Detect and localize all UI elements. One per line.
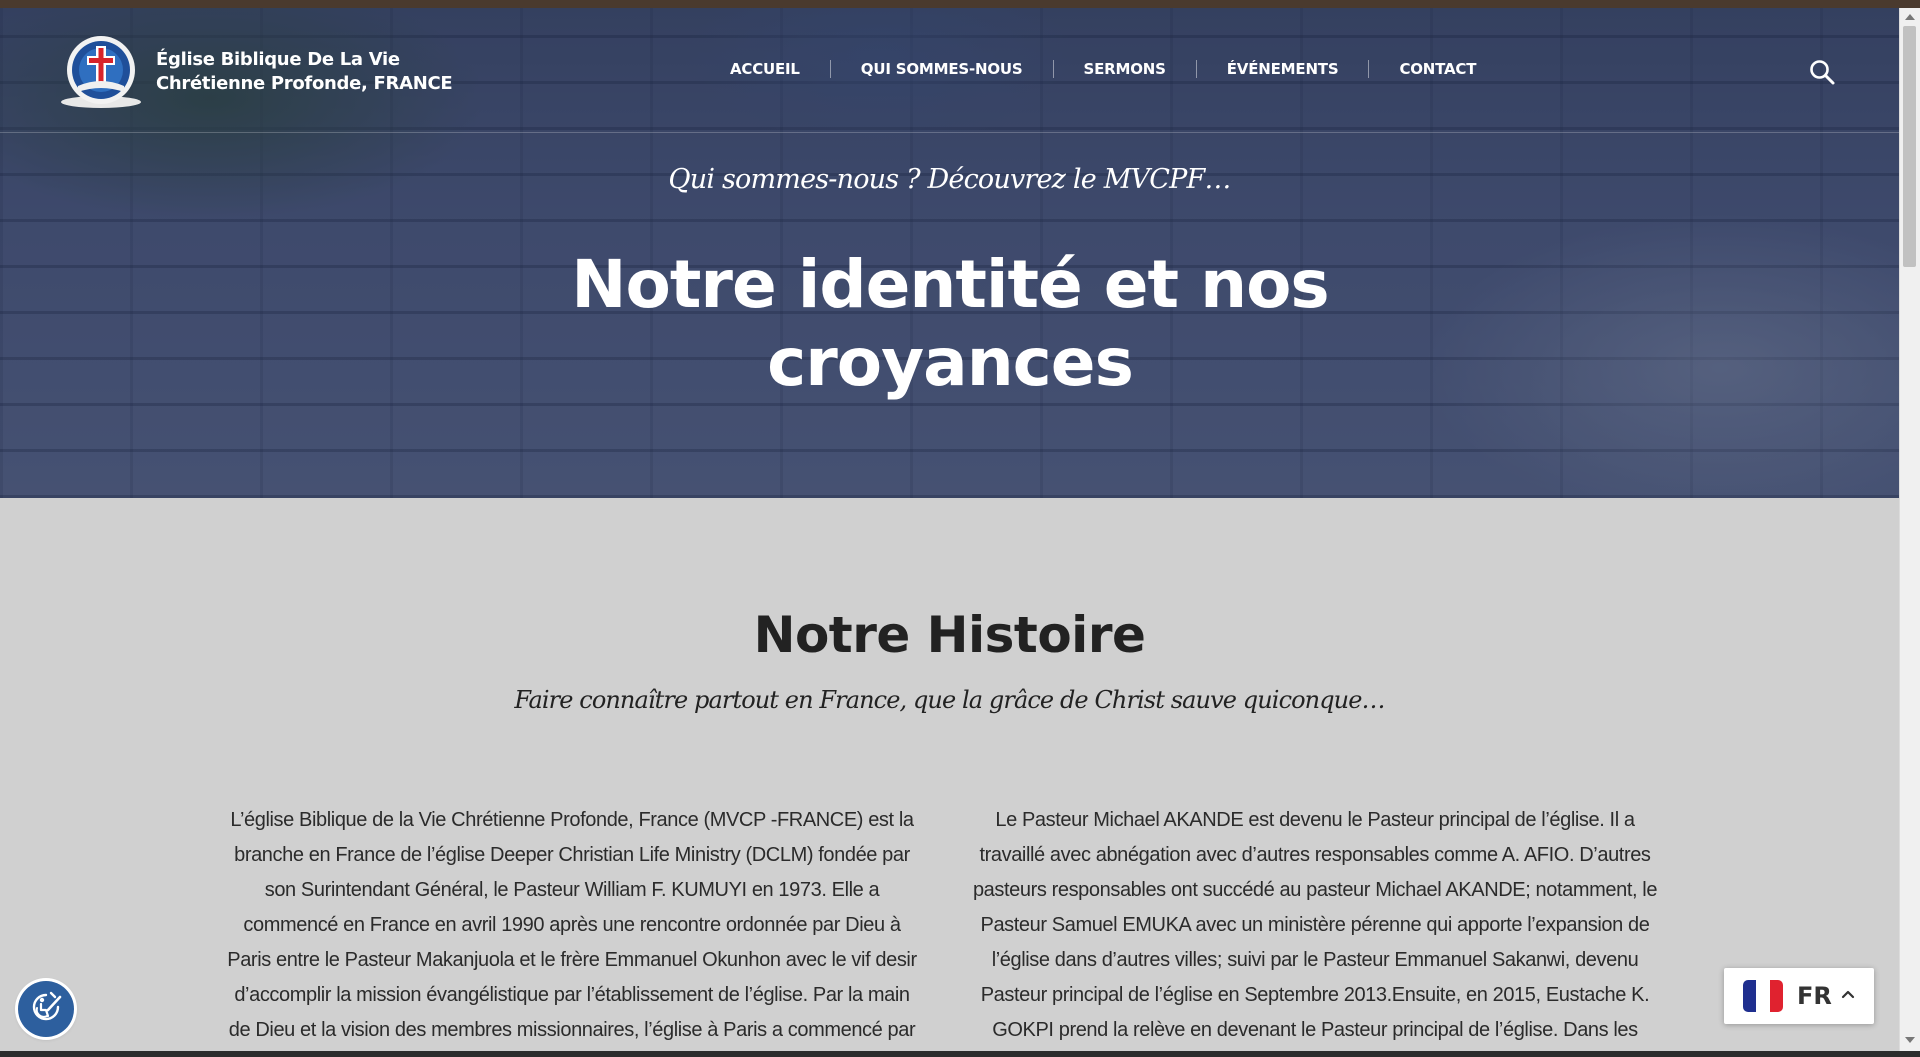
nav-separator — [1368, 60, 1370, 78]
accessibility-icon — [27, 988, 65, 1031]
nav-separator — [1052, 60, 1054, 78]
hero-eyebrow: Qui sommes-nous ? Découvrez le MVCPF… — [668, 164, 1231, 195]
text-line: de Dieu et la vision des membres mission… — [228, 1019, 916, 1041]
scrollbar-thumb[interactable] — [1903, 26, 1916, 267]
text-line: l’église dans d’autres villes; suivi par… — [991, 949, 1639, 971]
site-header: Église Biblique De La Vie Chrétienne Pro… — [0, 8, 1899, 133]
nav-item-contact[interactable]: CONTACT — [1389, 60, 1486, 78]
history-column-right: Le Pasteur Michael AKANDE est devenu le … — [965, 803, 1665, 1048]
text-line: branche en France de l’église Deeper Chr… — [234, 844, 910, 866]
scroll-down-arrow-icon[interactable] — [1905, 1037, 1915, 1043]
text-line: Pasteur principal de l’église en Septemb… — [980, 984, 1650, 1006]
main-nav: ACCUEIL QUI SOMMES-NOUS SERMONS ÉVÉNEMEN… — [720, 60, 1486, 78]
text-line: commencé en France en avril 1990 après u… — [243, 914, 901, 936]
scroll-up-arrow-icon[interactable] — [1905, 14, 1915, 20]
search-button[interactable] — [1808, 58, 1836, 86]
logo-line-1: Église Biblique De La Vie — [156, 49, 400, 70]
hero-title-line-1: Notre identité et nos — [571, 246, 1329, 323]
text-line: travaillé avec abnégation avec d’autres … — [979, 844, 1651, 866]
browser-bottom-strip — [0, 1051, 1920, 1057]
nav-separator — [829, 60, 831, 78]
text-line: pasteurs responsables ont succédé au pas… — [972, 879, 1658, 901]
nav-item-accueil[interactable]: ACCUEIL — [720, 60, 810, 78]
search-icon — [1808, 60, 1836, 90]
accessibility-button[interactable] — [18, 981, 74, 1037]
hero-title-line-2: croyances — [767, 324, 1134, 401]
logo-text: Église Biblique De La Vie Chrétienne Pro… — [156, 48, 453, 96]
nav-separator — [1195, 60, 1197, 78]
site-logo[interactable]: Église Biblique De La Vie Chrétienne Pro… — [58, 34, 453, 110]
nav-item-sermons[interactable]: SERMONS — [1074, 60, 1176, 78]
logo-line-2: Chrétienne Profonde, FRANCE — [156, 73, 453, 94]
nav-item-evenements[interactable]: ÉVÉNEMENTS — [1217, 60, 1349, 78]
france-flag-icon — [1743, 980, 1783, 1012]
text-line: Le Pasteur Michael AKANDE est devenu le … — [995, 809, 1635, 831]
browser-top-strip — [0, 0, 1920, 8]
text-line: Paris entre le Pasteur Makanjuola et le … — [227, 949, 917, 971]
text-line: L’église Biblique de la Vie Chrétienne P… — [230, 809, 914, 831]
text-line: Pasteur Samuel EMUKA avec un ministère p… — [980, 914, 1650, 936]
language-switcher[interactable]: FR — [1724, 968, 1874, 1024]
language-code: FR — [1797, 982, 1832, 1010]
chevron-up-icon — [1840, 987, 1856, 1005]
section-title: Notre Histoire — [753, 606, 1146, 664]
text-line: d’accomplir la mission évangélistique pa… — [234, 984, 910, 1006]
history-column-left: L’église Biblique de la Vie Chrétienne P… — [222, 803, 922, 1048]
hero-title: Notre identité et nos croyances — [450, 246, 1450, 402]
hero-banner: Église Biblique De La Vie Chrétienne Pro… — [0, 8, 1899, 498]
nav-item-qui-sommes-nous[interactable]: QUI SOMMES-NOUS — [851, 60, 1033, 78]
text-line: son Surintendant Général, le Pasteur Wil… — [264, 879, 880, 901]
section-subtitle: Faire connaître partout en France, que l… — [514, 686, 1385, 714]
church-emblem-icon — [58, 34, 144, 110]
text-line: GOKPI prend la relève en devenant le Pas… — [992, 1019, 1638, 1041]
